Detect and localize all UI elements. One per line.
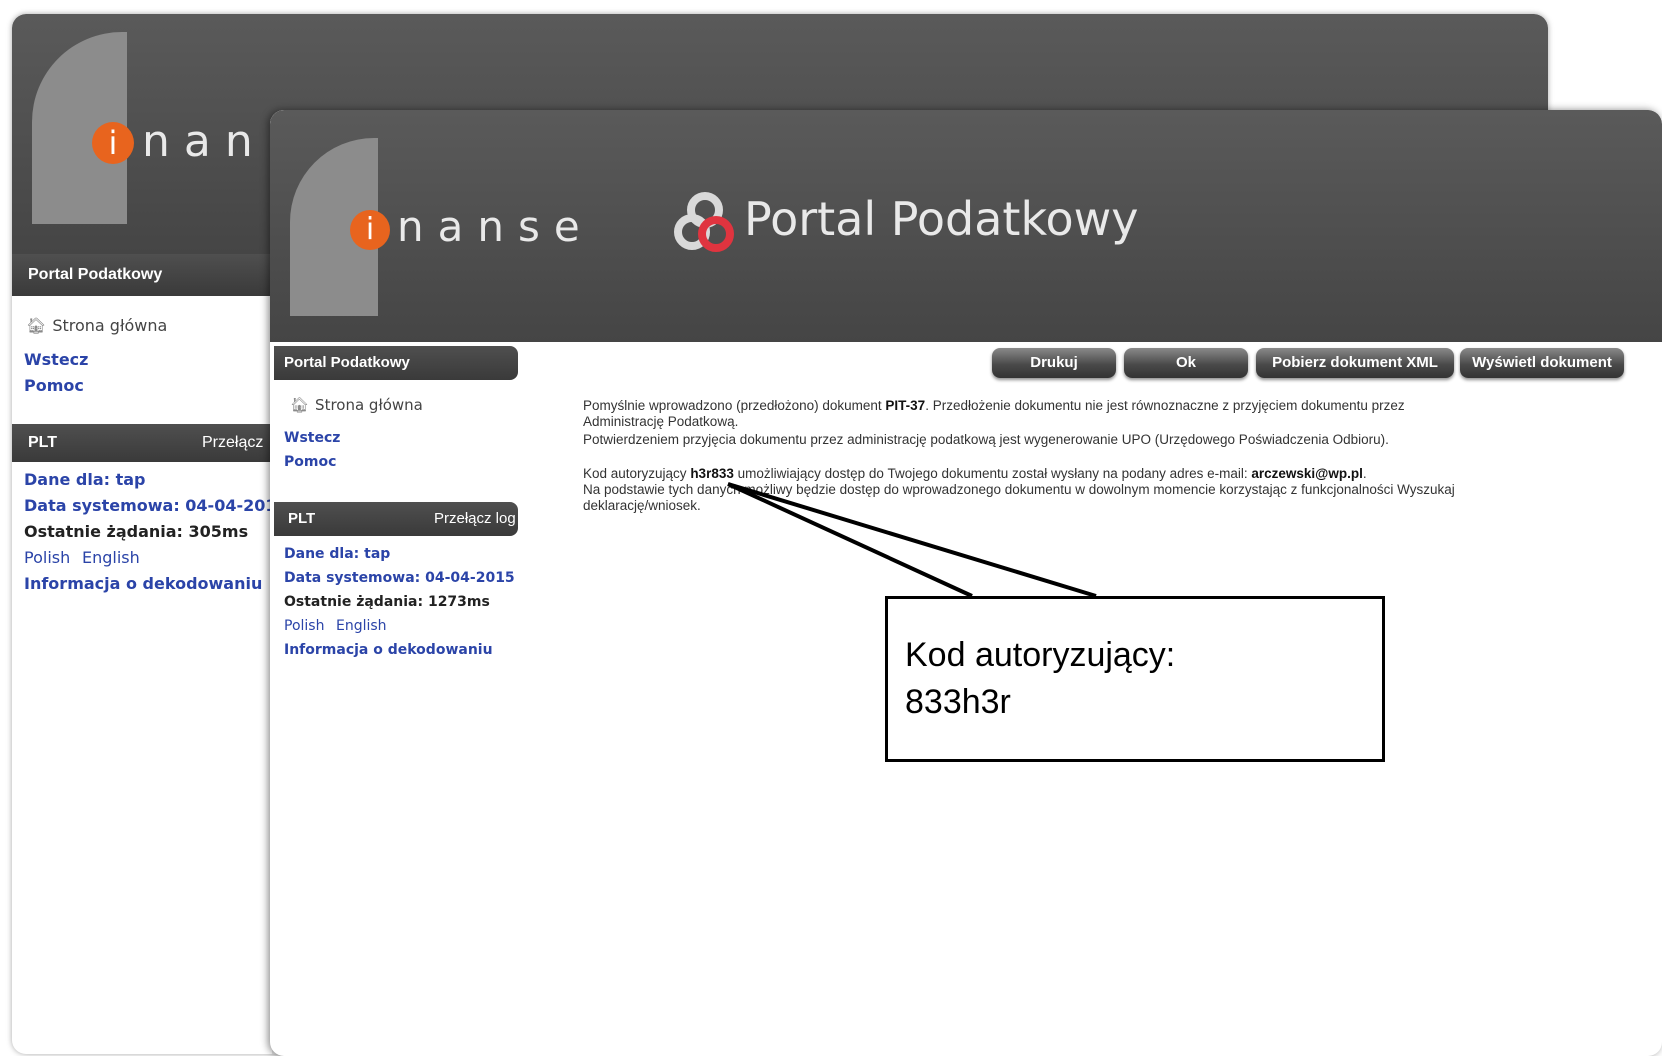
callout-text: Kod autoryzujący: 833h3r (905, 632, 1175, 726)
message-line-4: Kod autoryzujący h3r833 umożliwiający do… (583, 466, 1367, 481)
email-address: arczewski@wp.pl (1251, 466, 1363, 481)
back-data-for[interactable]: Dane dla: tap (24, 470, 146, 489)
message-line-3: Potwierdzeniem przyjęcia dokumentu przez… (583, 432, 1389, 447)
back-sidebar: Portal Podatkowy 🏠︎ Strona główna Wstecz … (12, 254, 288, 1054)
front-logo-text: nanse (397, 202, 594, 251)
ok-button[interactable]: Ok (1124, 348, 1248, 378)
front-plt-header: PLT Przełącz log (274, 502, 518, 536)
print-button[interactable]: Drukuj (992, 348, 1116, 378)
front-decoding-info[interactable]: Informacja o dekodowaniu (284, 642, 493, 658)
message-line-4-post: . (1362, 466, 1367, 481)
back-home-link[interactable]: 🏠︎ Strona główna (26, 316, 167, 335)
back-logo-i-icon: i (92, 122, 134, 164)
back-system-date[interactable]: Data systemowa: 04-04-2015 (24, 496, 288, 515)
message-line-4-mid: umożliwiający dostęp do Twojego dokument… (733, 466, 1252, 481)
back-decoding-info[interactable]: Informacja o dekodowaniu (24, 574, 262, 593)
front-home-link[interactable]: 🏠︎ Strona główna (290, 396, 423, 414)
document-type: PIT-37 (885, 398, 926, 413)
portal-logo-icon (674, 192, 734, 252)
back-lang-polish[interactable]: Polish (24, 548, 70, 567)
front-logo-i-icon: i (350, 210, 390, 250)
download-xml-button[interactable]: Pobierz dokument XML (1256, 348, 1454, 378)
front-sidebar-title: Portal Podatkowy (274, 346, 518, 380)
front-header: i nanse Portal Podatkowy (270, 110, 1662, 342)
back-plt-title: PLT (28, 434, 58, 451)
front-back-link[interactable]: Wstecz (284, 430, 340, 446)
callout-line-1: Kod autoryzujący: (905, 636, 1176, 674)
message-line-1-pre: Pomyślnie wprowadzono (przedłożono) doku… (583, 398, 886, 413)
message-line-1-post: . Przedłożenie dokumentu nie jest równoz… (925, 398, 1405, 413)
portal-title: Portal Podatkowy (744, 192, 1139, 246)
front-lang-english[interactable]: English (336, 618, 387, 634)
front-home-label: Strona główna (315, 396, 423, 414)
back-logo-text: nan (142, 116, 267, 167)
home-icon: 🏠︎ (26, 316, 47, 335)
back-help-link[interactable]: Pomoc (24, 376, 84, 395)
back-plt-header: PLT Przełącz (12, 424, 272, 462)
front-last-request: Ostatnie żądania: 1273ms (284, 594, 490, 610)
back-home-label: Strona główna (52, 316, 168, 335)
front-data-for[interactable]: Dane dla: tap (284, 546, 390, 562)
front-lang-polish[interactable]: Polish (284, 618, 324, 634)
show-document-button[interactable]: Wyświetl dokument (1460, 348, 1624, 378)
back-lang-english[interactable]: English (82, 548, 140, 567)
back-plt-switch[interactable]: Przełącz (202, 424, 263, 462)
foreground-window: i nanse Portal Podatkowy Portal Podatkow… (270, 110, 1662, 1056)
callout-line-2: 833h3r (905, 683, 1011, 721)
front-system-date[interactable]: Data systemowa: 04-04-2015 (284, 570, 515, 586)
home-icon: 🏠︎ (290, 396, 310, 414)
front-plt-title: PLT (288, 510, 316, 527)
message-line-1: Pomyślnie wprowadzono (przedłożono) doku… (583, 398, 1405, 413)
message-line-6: deklarację/wniosek. (583, 498, 701, 513)
message-line-4-pre: Kod autoryzujący (583, 466, 691, 481)
message-line-5: Na podstawie tych danych możliwy będzie … (583, 482, 1455, 497)
front-help-link[interactable]: Pomoc (284, 454, 336, 470)
auth-code: h3r833 (690, 466, 734, 481)
front-plt-switch[interactable]: Przełącz log (434, 502, 516, 536)
back-sidebar-title: Portal Podatkowy (12, 254, 272, 296)
back-last-request: Ostatnie żądania: 305ms (24, 522, 249, 541)
message-line-2: Administrację Podatkową. (583, 414, 739, 429)
back-back-link[interactable]: Wstecz (24, 350, 88, 369)
